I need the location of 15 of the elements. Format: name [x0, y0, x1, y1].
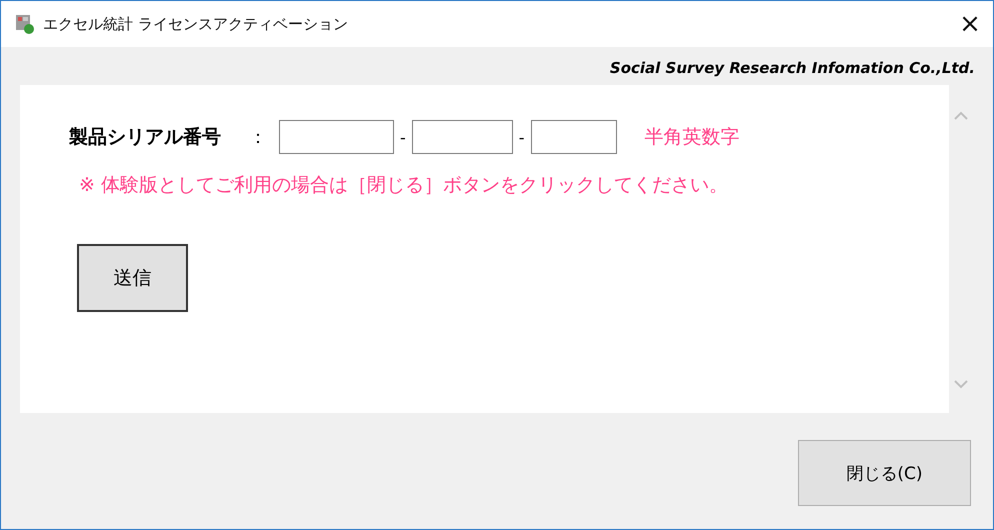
window-title: エクセル統計 ライセンスアクティベーション — [43, 14, 349, 34]
close-button[interactable]: × — [947, 1, 993, 47]
serial-field[interactable] — [412, 120, 513, 154]
company-name: Social Survey Research Infomation Co.,Ltd. — [610, 58, 975, 79]
serial-field[interactable] — [530, 120, 617, 154]
app-icon — [15, 14, 35, 34]
close-dialog-button[interactable]: 閉じる(C) — [798, 440, 971, 506]
colon-text: ： — [249, 126, 267, 149]
format-hint: 半角英数字 — [644, 125, 740, 150]
trial-note: ※ 体験版としてご利用の場合は［閉じる］ボタンをクリックしてください。 — [79, 173, 728, 198]
dash-text: - — [518, 128, 525, 146]
serial-field[interactable] — [279, 120, 394, 154]
dash-text: - — [400, 128, 406, 146]
submit-button[interactable]: 送信 — [77, 244, 188, 312]
serial-label: 製品シリアル番号 — [69, 125, 221, 150]
